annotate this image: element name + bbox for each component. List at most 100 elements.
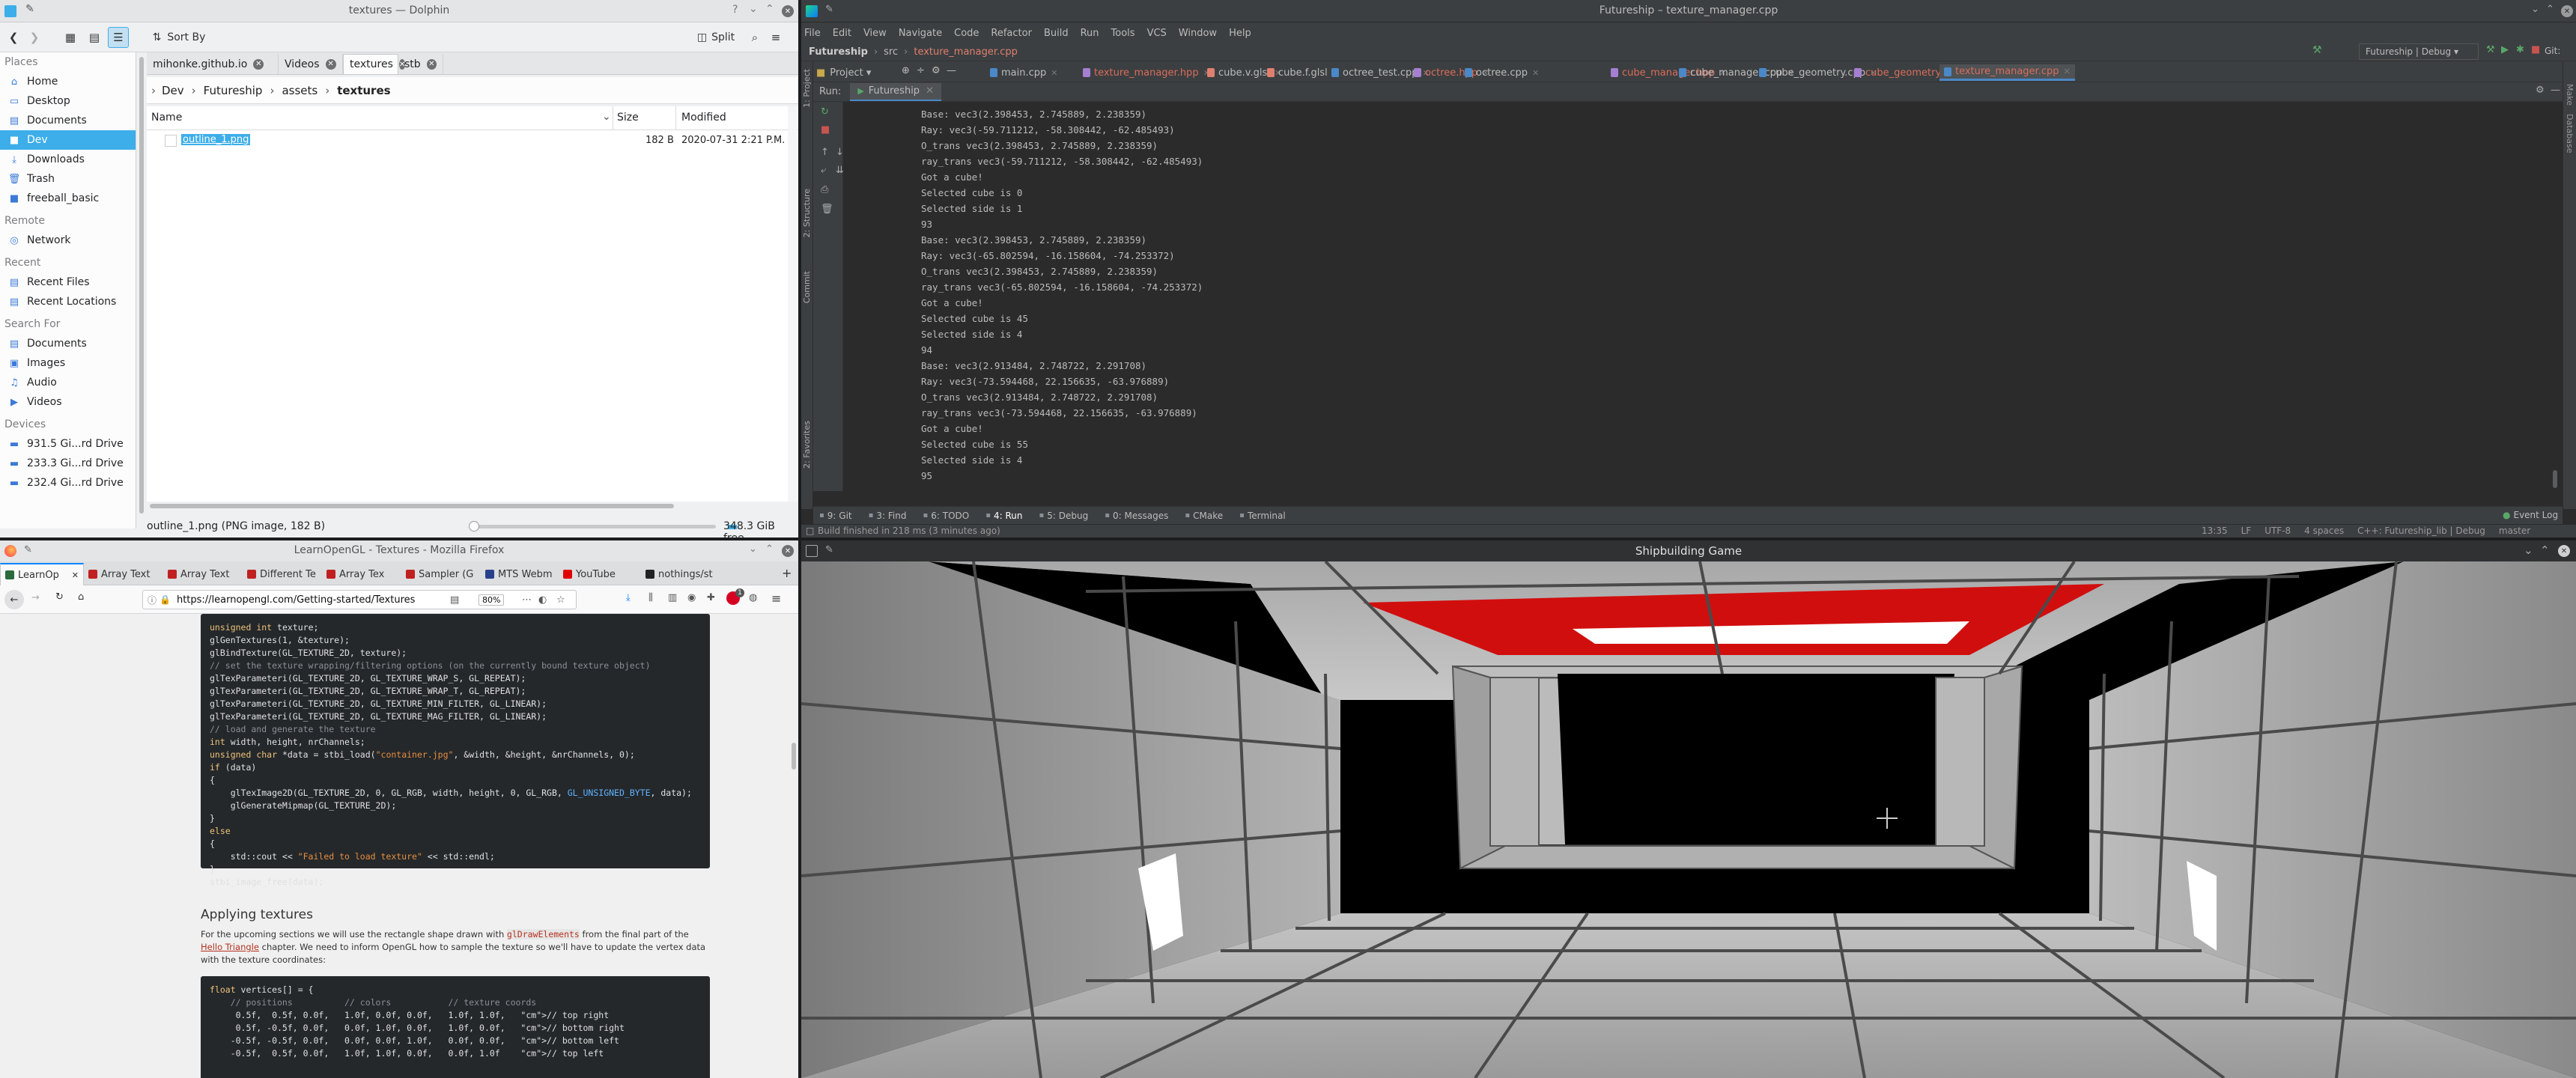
close-tab-icon[interactable]: ✕ (426, 58, 437, 70)
places-item-images[interactable]: ▣ Images (0, 353, 136, 373)
places-item-233-3-gi-rd-drive[interactable]: ▬ 233.3 Gi...rd Drive (0, 454, 136, 473)
database-tool-button[interactable]: Make (2565, 84, 2575, 106)
breadcrumb-textures[interactable]: textures (337, 84, 390, 97)
places-item-931-5-gi-rd-drive[interactable]: ▬ 931.5 Gi...rd Drive (0, 434, 136, 454)
close-icon[interactable]: ✕ (782, 545, 794, 557)
tab-textures[interactable]: textures ✕ (343, 54, 406, 74)
editor-tab-main-cpp[interactable]: main.cpp ✕ (985, 64, 1062, 81)
status-item-c-futureship-lib-debug[interactable]: C++: Futureship_lib | Debug (2357, 526, 2485, 536)
file-view-scrollbar[interactable] (788, 106, 797, 502)
event-log-button[interactable]: ● Event Log (2503, 510, 2558, 520)
library-icon[interactable]: ⫼ (648, 592, 653, 603)
menu-refactor[interactable]: Refactor (991, 28, 1032, 39)
modified-column-header[interactable]: Modified (681, 112, 726, 124)
close-tab-icon[interactable]: ✕ (325, 58, 336, 70)
build-icon[interactable]: ⚒ (2486, 44, 2495, 55)
settings-icon[interactable]: ⚙ (932, 65, 941, 76)
database-tool-button-2[interactable]: Database (2565, 114, 2575, 153)
url-bar[interactable]: ⓘ 🔒 https://learnopengl.com/Getting-star… (142, 590, 577, 609)
statusbar-toggle-icon[interactable]: □ (806, 526, 814, 536)
hammer-icon[interactable]: ⚒ (2312, 44, 2322, 56)
horizontal-scrollbar[interactable] (147, 502, 798, 511)
places-item-232-4-gi-rd-drive[interactable]: ▬ 232.4 Gi...rd Drive (0, 473, 136, 493)
hello-triangle-link[interactable]: Hello Triangle (201, 942, 259, 952)
breadcrumb-assets[interactable]: assets (282, 84, 318, 97)
tool-tab-4-run[interactable]: ▪ 4: Run (985, 511, 1022, 521)
game-viewport[interactable] (801, 560, 2576, 1078)
minimize-icon[interactable]: ⌄ (749, 3, 758, 15)
icons-view-icon[interactable]: ▦ (60, 27, 81, 48)
help-icon[interactable]: ? (732, 4, 738, 16)
close-tab-icon[interactable]: ✕ (2063, 67, 2070, 76)
places-item-recent-locations[interactable]: ▤ Recent Locations (0, 292, 136, 311)
page-actions-icon[interactable]: ⋯ (522, 594, 532, 606)
status-item-master[interactable]: master (2499, 526, 2530, 536)
places-item-documents[interactable]: ▤ Documents (0, 334, 136, 353)
editor-tab-texture-manager-hpp[interactable]: texture_manager.hpp✕ (1078, 64, 1215, 81)
tool-button-favorites[interactable]: 2: Favorites (802, 421, 812, 469)
control-icon[interactable]: ≡ (767, 27, 785, 48)
info-icon[interactable]: ⓘ (148, 594, 157, 606)
name-column-header[interactable]: Name (151, 112, 182, 124)
nav-crumb-src[interactable]: src (884, 46, 898, 58)
stop-icon[interactable]: ■ (821, 124, 830, 135)
tool-button-2-structure[interactable]: 2: Structure (802, 189, 812, 237)
menu-icon[interactable]: ≡ (771, 591, 781, 606)
browser-tab-8[interactable]: nothings/st (641, 563, 717, 585)
minimize-icon[interactable]: ⌄ (2524, 543, 2533, 557)
menu-run[interactable]: Run (1081, 28, 1099, 39)
status-item-lf[interactable]: LF (2241, 526, 2252, 536)
places-item-freeball-basic[interactable]: ■ freeball_basic (0, 189, 136, 208)
browser-tab-6[interactable]: MTS Webm (481, 563, 559, 585)
menu-tools[interactable]: Tools (1111, 28, 1135, 39)
menu-view[interactable]: View (863, 28, 887, 39)
menu-build[interactable]: Build (1044, 28, 1069, 39)
split-button[interactable]: ◫ Split (689, 27, 743, 48)
menu-window[interactable]: Window (1179, 28, 1217, 39)
compact-view-icon[interactable]: ▤ (84, 27, 105, 48)
project-tool-button[interactable]: ■ Project ▾ (816, 64, 871, 81)
close-tab-icon[interactable]: ✕ (253, 58, 264, 70)
reader-view-icon[interactable]: ▤ (450, 594, 459, 606)
browser-tab-3[interactable]: Different Te (243, 563, 322, 585)
places-item-home[interactable]: ⌂ Home (0, 72, 136, 91)
browser-tab-0[interactable]: LearnOp ✕ (0, 563, 84, 585)
size-column-header[interactable]: Size (617, 112, 639, 124)
file-row[interactable]: outline_1.png 182 B 2020-07-31 2:21 P.M. (147, 130, 798, 151)
tab-stb[interactable]: stb ✕ (398, 54, 443, 74)
maximize-icon[interactable]: ⌃ (765, 3, 774, 15)
tool-button-1-project[interactable]: 1: Project (802, 69, 812, 108)
tab-mihonke-github-io[interactable]: mihonke.github.io ✕ (147, 54, 279, 74)
debug-icon[interactable]: ✱ (2516, 44, 2524, 55)
rerun-icon[interactable]: ↻ (821, 106, 829, 118)
places-item-network[interactable]: ◎ Network (0, 231, 136, 250)
synced-icon[interactable]: ◉ (687, 592, 696, 603)
close-icon[interactable]: ✕ (2558, 545, 2570, 557)
menu-file[interactable]: File (804, 28, 821, 39)
pocket-icon[interactable]: ◐ (538, 594, 547, 606)
back-button[interactable]: ❮ (4, 27, 22, 48)
close-icon[interactable]: ✕ (2561, 5, 2573, 17)
places-item-downloads[interactable]: ⤓ Downloads (0, 150, 136, 169)
tab-videos[interactable]: Videos ✕ (279, 54, 343, 74)
browser-tab-7[interactable]: YouTube (559, 563, 641, 585)
browser-tab-2[interactable]: Array Text (163, 563, 243, 585)
close-tab-icon[interactable]: ✕ (1532, 68, 1539, 78)
minimize-icon[interactable]: ⌄ (2531, 4, 2539, 15)
download-icon[interactable]: ⤓ (626, 592, 631, 603)
new-tab-icon[interactable]: + (782, 566, 792, 580)
tool-tab-6-todo[interactable]: ▪ 6: TODO (923, 511, 969, 521)
nav-crumb-texture-manager-cpp[interactable]: texture_manager.cpp (914, 46, 1017, 58)
run-tab[interactable]: ▶ Futureship ✕ (850, 82, 941, 101)
minimize-icon[interactable]: ⌄ (749, 543, 757, 555)
collapse-icon[interactable]: ÷ (917, 65, 925, 76)
account-icon[interactable]: ◍ (749, 592, 757, 603)
menu-edit[interactable]: Edit (833, 28, 851, 39)
wrap-icon[interactable]: ⤶ (821, 165, 826, 176)
breadcrumb-dev[interactable]: Dev (162, 84, 184, 97)
forward-button[interactable]: ❯ (25, 27, 43, 48)
places-item-audio[interactable]: ♫ Audio (0, 373, 136, 392)
run-icon[interactable]: ▶ (2501, 44, 2509, 55)
maximize-icon[interactable]: ⌃ (2546, 4, 2554, 15)
menu-help[interactable]: Help (1229, 28, 1251, 39)
